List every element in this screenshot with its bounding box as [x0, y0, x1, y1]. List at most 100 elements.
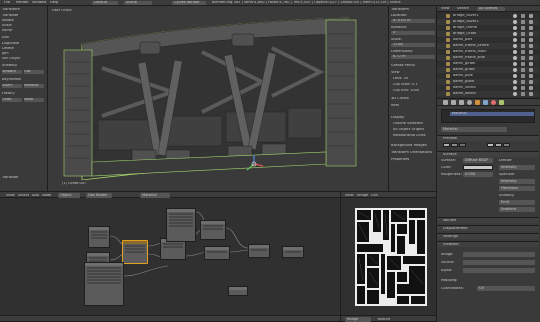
cursor-icon[interactable] — [521, 20, 525, 24]
node-mix-shader[interactable] — [248, 244, 270, 258]
npanel-toggle-outline[interactable]: Outline Selected — [393, 122, 423, 126]
settings-section[interactable]: Settings — [437, 233, 539, 239]
render-tab-icon[interactable] — [443, 100, 448, 105]
alpha-field[interactable] — [463, 268, 535, 273]
eye-icon[interactable] — [513, 86, 517, 90]
eye-icon[interactable] — [513, 38, 517, 42]
tool-remove-key[interactable]: Remove — [24, 84, 44, 88]
hardness-field[interactable]: Hardness — [499, 186, 535, 191]
diffuse-intensity-field[interactable]: Intensity — [499, 165, 535, 170]
render-icon[interactable] — [529, 80, 533, 84]
npanel-properties-header[interactable]: Properties — [391, 158, 409, 162]
cursor-icon[interactable] — [521, 92, 525, 96]
tool-translate[interactable]: Translate — [2, 14, 18, 18]
cursor-icon[interactable] — [521, 38, 525, 42]
swatch-6[interactable] — [503, 143, 510, 147]
outliner-display-mode[interactable]: All Scenes — [477, 7, 505, 11]
swatch-1[interactable] — [443, 143, 450, 147]
render-icon[interactable] — [529, 92, 533, 96]
outliner-search-menu[interactable]: Search — [457, 7, 469, 11]
cursor-icon[interactable] — [521, 86, 525, 90]
swatch-4[interactable] — [487, 143, 494, 147]
color-field[interactable] — [463, 165, 493, 170]
render-icon[interactable] — [529, 86, 533, 90]
npanel-view-header[interactable]: View — [391, 71, 400, 75]
cursor-icon[interactable] — [521, 74, 525, 78]
node-bump[interactable] — [84, 262, 124, 306]
render-icon[interactable] — [529, 32, 533, 36]
swatch-3[interactable] — [459, 143, 466, 147]
material-name-field[interactable]: Material — [441, 127, 507, 132]
uv-texture-image[interactable] — [355, 208, 427, 306]
node-texture-coordinate[interactable] — [88, 226, 110, 248]
ambient-field[interactable]: Ambient — [499, 207, 535, 212]
render-icon[interactable] — [529, 62, 533, 66]
tool-join[interactable]: Join — [2, 52, 9, 56]
eye-icon[interactable] — [513, 26, 517, 30]
menu-render[interactable]: Render — [16, 1, 29, 5]
3d-viewport[interactable]: User Ortho (1) Grate.007 — [48, 6, 388, 191]
npanel-clip-start-field[interactable]: Clip Start: 0.1 — [393, 83, 418, 87]
tool-scale[interactable]: Scale — [2, 24, 12, 28]
eye-icon[interactable] — [513, 14, 517, 18]
npanel-display-header[interactable]: Display — [391, 116, 404, 120]
npanel-location-field[interactable]: X: 0.00 m — [391, 19, 435, 23]
tool-section-edit[interactable]: Edit — [2, 36, 9, 40]
npanel-dimensions-field[interactable]: 6.72 m — [391, 55, 435, 59]
npanel-rotation-field[interactable]: 0° — [391, 31, 435, 35]
render-icon[interactable] — [529, 20, 533, 24]
tool-section-keyframes[interactable]: Keyframes — [2, 78, 21, 82]
viewport-section[interactable]: Viewport — [437, 241, 539, 247]
tool-section-transform[interactable]: Transform — [2, 8, 20, 12]
material-slot-item[interactable]: Material — [450, 112, 534, 116]
npanel-clip-end-field[interactable]: Clip End: 1000 — [393, 89, 419, 93]
tool-set-origin[interactable]: Set Origin — [2, 57, 20, 61]
render-icon[interactable] — [529, 68, 533, 72]
material-slot-list[interactable]: Material — [441, 109, 535, 123]
tool-smooth[interactable]: Smooth — [2, 70, 22, 74]
node-input-panel[interactable] — [166, 208, 196, 242]
eye-icon[interactable] — [513, 68, 517, 72]
outliner-row[interactable]: damn_wheel — [437, 91, 539, 97]
emit-field[interactable]: Emit — [499, 200, 535, 205]
npanel-toggle-origins[interactable]: All Object Origins — [393, 128, 424, 132]
eye-icon[interactable] — [513, 62, 517, 66]
npanel-background-header[interactable]: Background Images — [391, 144, 427, 148]
npanel-scale-field[interactable]: 1.000 — [391, 43, 435, 47]
tool-undo[interactable]: Undo — [2, 98, 22, 102]
tool-mirror[interactable]: Mirror — [2, 29, 13, 33]
tool-section-history[interactable]: History — [2, 92, 15, 96]
surface-section[interactable]: Surface — [437, 151, 539, 157]
volume-section[interactable]: Volume — [437, 217, 539, 223]
cursor-icon[interactable] — [521, 80, 525, 84]
node-material-output[interactable] — [282, 246, 304, 258]
render-icon[interactable] — [529, 14, 533, 18]
node-small-value[interactable] — [228, 286, 248, 296]
render-icon[interactable] — [529, 56, 533, 60]
coordinates-field[interactable]: UV — [477, 286, 535, 291]
tool-redo[interactable]: Redo — [24, 98, 44, 102]
npanel-grease-pencil-header[interactable]: Grease Pencil — [391, 64, 415, 68]
render-icon[interactable] — [529, 38, 533, 42]
object-tab-icon[interactable] — [475, 100, 480, 105]
cursor-icon[interactable] — [521, 62, 525, 66]
grate-model[interactable] — [62, 12, 362, 180]
swatch-2[interactable] — [451, 143, 458, 147]
surface-shader-field[interactable]: Diffuse BSDF — [463, 158, 493, 163]
eye-icon[interactable] — [513, 56, 517, 60]
eye-icon[interactable] — [513, 50, 517, 54]
roughness-field[interactable]: 0.000 — [463, 172, 493, 177]
specular-intensity-field[interactable]: Intensity — [499, 179, 535, 184]
render-icon[interactable] — [529, 50, 533, 54]
material-tab-icon[interactable] — [491, 100, 496, 105]
eye-icon[interactable] — [513, 20, 517, 24]
eye-icon[interactable] — [513, 32, 517, 36]
image-editor[interactable] — [340, 198, 436, 315]
npanel-toggle-relationship[interactable]: Relationship Lines — [393, 134, 426, 138]
image-field[interactable] — [463, 252, 535, 257]
displacement-section[interactable]: Displacement — [437, 225, 539, 231]
preview-section[interactable]: Preview — [437, 135, 539, 141]
tool-insert-key[interactable]: Insert — [2, 84, 22, 88]
eye-icon[interactable] — [513, 80, 517, 84]
image-selector[interactable]: Image — [345, 317, 371, 322]
